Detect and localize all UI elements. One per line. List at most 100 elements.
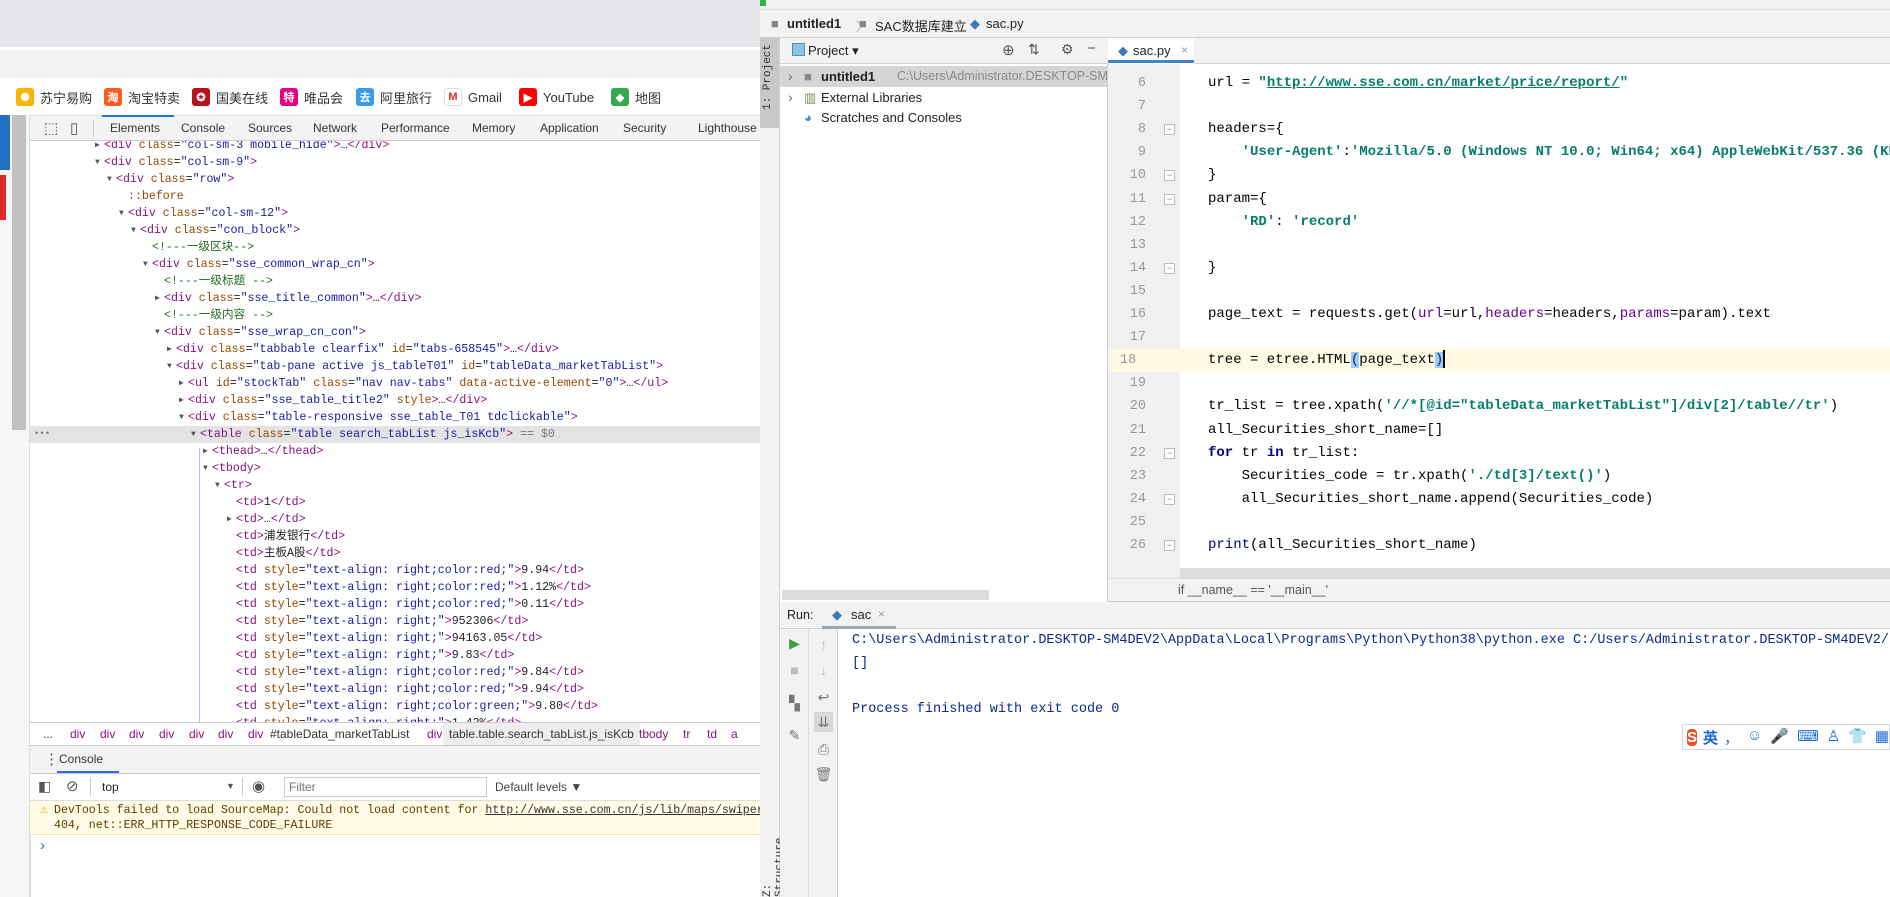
triangle-down-icon[interactable]: ▼ xyxy=(167,358,172,375)
triangle-down-icon[interactable]: ▼ xyxy=(107,171,112,188)
dom-node[interactable]: ▼ <div class="tab-pane active js_tableT01… xyxy=(30,358,760,375)
code-line[interactable]: print(all_Securities_short_name) xyxy=(1180,534,1890,557)
inspect-element-icon[interactable]: ⬚ xyxy=(44,119,58,137)
ime-mode[interactable]: 英 xyxy=(1703,727,1718,748)
dom-node[interactable]: ••• ▼ <table class="table search_tabList j… xyxy=(30,426,760,443)
editor-tab-sac[interactable]: ◆ sac.py × xyxy=(1108,38,1194,64)
tab-application[interactable]: Application xyxy=(540,121,599,135)
eye-icon[interactable]: ◉ xyxy=(252,777,265,795)
tab-elements[interactable]: Elements xyxy=(110,121,160,135)
dom-node[interactable]: <td>1</td> xyxy=(30,494,760,511)
dom-node[interactable]: ▼ <div class="con_block"> xyxy=(30,222,760,239)
dom-node[interactable]: ▶ <div class="sse_table_title2" style>…</… xyxy=(30,392,760,409)
sogou-logo-icon[interactable]: S xyxy=(1687,728,1698,746)
close-icon[interactable]: × xyxy=(1181,43,1188,57)
rerun-icon[interactable]: ▶ xyxy=(785,633,804,653)
breadcrumb-item[interactable]: div xyxy=(218,727,233,741)
dom-node[interactable]: <!---一级标题 --> xyxy=(30,273,760,290)
arrow-up-icon[interactable]: ↑ xyxy=(814,634,833,654)
triangle-down-icon[interactable]: ▼ xyxy=(119,205,124,222)
triangle-down-icon[interactable]: ▼ xyxy=(191,426,196,443)
code-line[interactable]: for tr in tr_list: xyxy=(1180,442,1890,465)
triangle-right-icon[interactable]: ▶ xyxy=(155,290,160,307)
triangle-down-icon[interactable]: ▼ xyxy=(203,460,208,477)
run-tab-sac[interactable]: sac xyxy=(851,607,871,622)
chevron-right-icon[interactable]: › xyxy=(788,87,793,108)
triangle-right-icon[interactable]: ▶ xyxy=(167,341,172,358)
triangle-right-icon[interactable]: ▶ xyxy=(203,443,208,460)
bookmark-0[interactable]: ⚉ 苏宁易购 xyxy=(16,87,92,107)
filter-input[interactable] xyxy=(284,777,487,797)
editor-breadcrumb-item[interactable]: if __name__ == '__main__' xyxy=(1178,583,1328,597)
dom-node[interactable]: <td style="text-align: right;color:red;"… xyxy=(30,579,760,596)
layout-icon[interactable]: ▚ xyxy=(785,693,804,713)
chevron-down-icon[interactable]: ▼ xyxy=(226,781,235,791)
collapse-all-icon[interactable]: ⇅ xyxy=(1028,41,1040,58)
print-icon[interactable]: ⎙ xyxy=(814,739,833,759)
fold-marker-icon[interactable]: − xyxy=(1164,193,1175,205)
dom-node[interactable]: ▶ <div class="sse_title_common">…</div> xyxy=(30,290,760,307)
breadcrumb-item[interactable]: ... xyxy=(43,727,53,741)
fold-marker-icon[interactable]: − xyxy=(1164,540,1175,551)
breadcrumb-item[interactable]: div xyxy=(427,727,442,741)
chevron-right-icon[interactable]: › xyxy=(788,66,793,87)
dom-node[interactable]: ▼ <div class="sse_common_wrap_cn"> xyxy=(30,256,760,273)
bookmark-6[interactable]: ▶ YouTube xyxy=(519,87,594,107)
clear-console-icon[interactable]: ⊘ xyxy=(66,777,79,795)
pin-icon[interactable]: ✎ xyxy=(785,725,804,745)
triangle-down-icon[interactable]: ▼ xyxy=(131,222,136,239)
dom-node[interactable]: <td style="text-align: right;">94163.05<… xyxy=(30,630,760,647)
tab-console[interactable]: Console xyxy=(59,752,103,766)
project-scrollbar[interactable] xyxy=(782,590,989,600)
console-prompt[interactable]: › xyxy=(40,837,45,854)
dom-node[interactable]: ▼ <div class="col-sm-9"> xyxy=(30,154,760,171)
code-line[interactable] xyxy=(1180,234,1890,257)
dom-node[interactable]: ▶ <thead>…</thead> xyxy=(30,443,760,460)
tab-sources[interactable]: Sources xyxy=(248,121,292,135)
code-line[interactable] xyxy=(1180,372,1890,395)
code-line[interactable]: all_Securities_short_name.append(Securit… xyxy=(1180,488,1890,511)
fold-marker-icon[interactable]: − xyxy=(1164,447,1175,459)
stop-icon[interactable]: ■ xyxy=(785,660,804,680)
fold-marker-icon[interactable]: − xyxy=(1164,262,1175,274)
triangle-down-icon[interactable]: ▼ xyxy=(155,324,160,341)
code-editor[interactable]: print(all_Securities_short_name) all_Sec… xyxy=(1180,64,1890,578)
bookmark-5[interactable]: M Gmail xyxy=(444,87,502,107)
code-line[interactable]: tree = etree.HTML(page_text) xyxy=(1180,349,1890,373)
bookmark-3[interactable]: 特唯品会 xyxy=(280,87,343,107)
code-line[interactable]: param={ xyxy=(1180,188,1890,211)
code-line[interactable] xyxy=(1180,280,1890,303)
code-line[interactable]: tr_list = tree.xpath('//*[@id="tableData… xyxy=(1180,395,1890,418)
arrow-down-icon[interactable]: ↓ xyxy=(814,660,833,680)
context-select[interactable]: top xyxy=(102,780,119,794)
bookmark-7[interactable]: ◆ 地图 xyxy=(611,87,661,107)
breadcrumb-item[interactable]: div xyxy=(129,727,144,741)
scroll-to-end-icon[interactable]: ⇊ xyxy=(814,712,833,732)
nav-file[interactable]: sac.py xyxy=(986,16,1024,31)
triangle-right-icon[interactable]: ▶ xyxy=(179,375,184,392)
code-line[interactable] xyxy=(1180,326,1890,349)
hide-icon[interactable]: − xyxy=(1087,40,1096,57)
nav-project[interactable]: untitled1 xyxy=(787,16,841,31)
trash-icon[interactable]: 🗑 xyxy=(814,764,833,784)
triangle-right-icon[interactable]: ▶ xyxy=(227,511,232,528)
dom-node[interactable]: <td style="text-align: right;">9.83</td> xyxy=(30,647,760,664)
dom-node[interactable]: ▼ <tr> xyxy=(30,477,760,494)
dom-node[interactable]: <td style="text-align: right;">1.42%</td… xyxy=(30,715,760,722)
breadcrumb-item[interactable]: #tableData_marketTabList xyxy=(270,727,409,741)
dom-node[interactable]: ▶ <div class="tabbable clearfix" id="tabs… xyxy=(30,341,760,358)
dom-node[interactable]: ▼ <div class="sse_wrap_cn_con"> xyxy=(30,324,760,341)
breadcrumb-item[interactable]: div xyxy=(159,727,174,741)
breadcrumb-item[interactable]: div xyxy=(248,727,263,741)
tab-security[interactable]: Security xyxy=(623,121,666,135)
dom-node[interactable]: <td>浦发银行</td> xyxy=(30,528,760,545)
code-line[interactable]: all_Securities_short_name=[] xyxy=(1180,419,1890,442)
nav-folder[interactable]: SAC数据库建立 xyxy=(875,16,967,35)
ime-tool-icon[interactable]: 🎤 xyxy=(1770,727,1789,748)
editor-scrollbar[interactable] xyxy=(1180,568,1890,578)
dom-node[interactable]: <td style="text-align: right;color:red;"… xyxy=(30,664,760,681)
device-toolbar-icon[interactable]: ▯ xyxy=(70,119,78,137)
ime-tool-icon[interactable]: ， xyxy=(1724,727,1739,748)
code-line[interactable]: url = "http://www.sse.com.cn/market/pric… xyxy=(1180,72,1890,95)
code-line[interactable]: } xyxy=(1180,164,1890,187)
